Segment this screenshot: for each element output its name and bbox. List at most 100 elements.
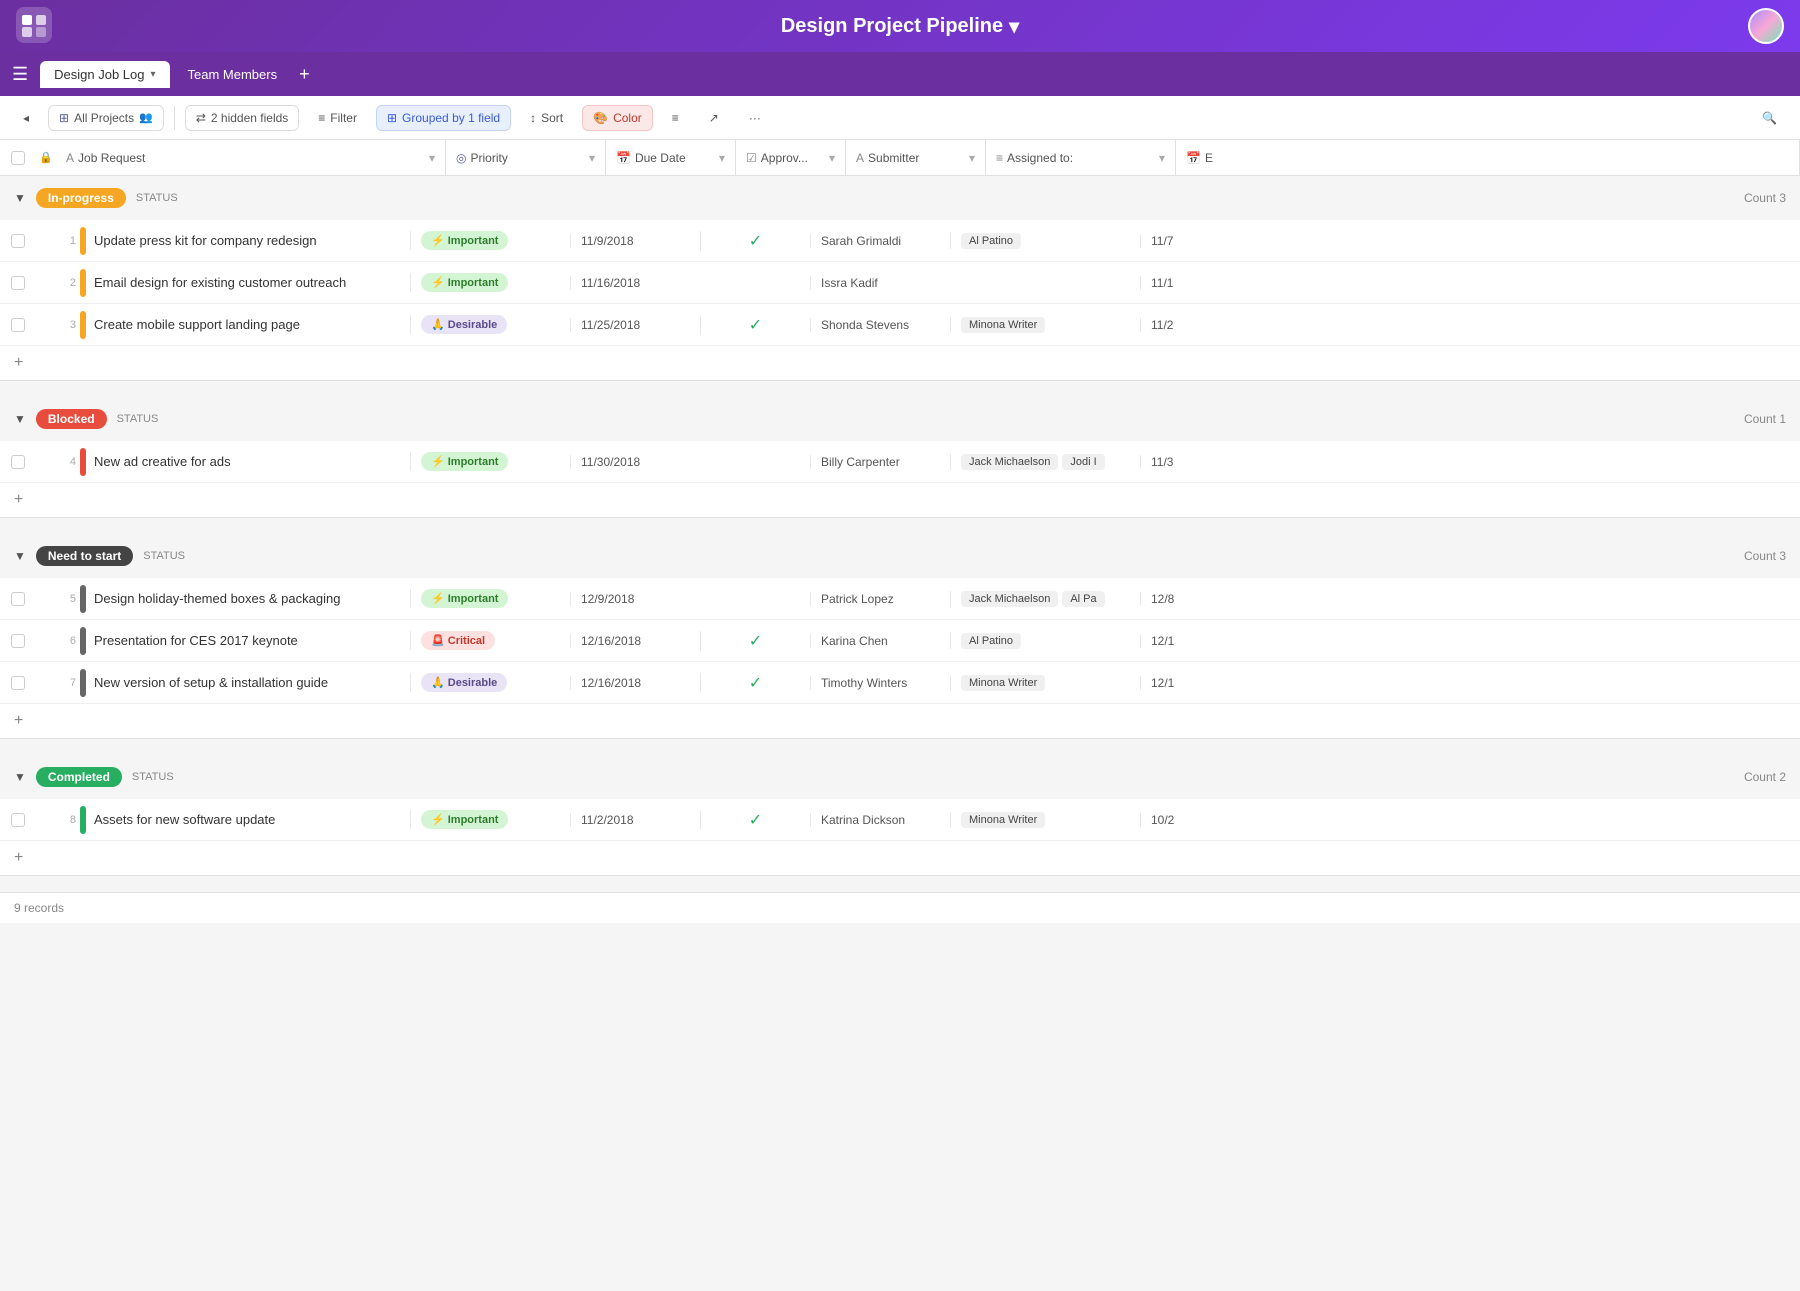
table-row[interactable]: 4 New ad creative for ads ⚡ Important 11… <box>0 441 1800 483</box>
priority-badge: 🚨 Critical <box>421 631 495 650</box>
group-toggle-icon[interactable]: ▼ <box>14 191 26 205</box>
group-count: Count 3 <box>1744 549 1786 563</box>
column-headers: 🔒 A Job Request ▾ ◎ Priority ▾ 📅 Due Dat… <box>0 140 1800 176</box>
group-count: Count 1 <box>1744 412 1786 426</box>
row-priority[interactable]: ⚡ Important <box>410 273 570 292</box>
row-priority[interactable]: ⚡ Important <box>410 589 570 608</box>
share-button[interactable]: ↗ <box>698 105 730 131</box>
row-submitter: Timothy Winters <box>810 676 950 690</box>
group-body-inprogress: 1 Update press kit for company redesign … <box>0 220 1800 381</box>
row-color-bar <box>80 311 86 339</box>
priority-badge: ⚡ Important <box>421 231 508 250</box>
priority-badge: ⚡ Important <box>421 589 508 608</box>
table-row[interactable]: 5 Design holiday-themed boxes & packagin… <box>0 578 1800 620</box>
row-job: Create mobile support landing page <box>94 317 410 332</box>
column-job-request[interactable]: A Job Request ▾ <box>56 140 446 175</box>
column-priority[interactable]: ◎ Priority ▾ <box>446 140 606 175</box>
filter-icon: ≡ <box>318 111 325 125</box>
add-row-button[interactable]: + <box>0 346 1800 380</box>
row-priority[interactable]: ⚡ Important <box>410 810 570 829</box>
row-priority[interactable]: 🚨 Critical <box>410 631 570 650</box>
row-number: 7 <box>56 677 80 689</box>
column-approval[interactable]: ☑ Approv... ▾ <box>736 140 846 175</box>
group-spacer <box>0 381 1800 397</box>
priority-icon: ◎ <box>456 151 466 165</box>
row-extra: 11/7 <box>1140 234 1800 248</box>
tab-team-members[interactable]: Team Members <box>174 61 292 88</box>
color-button[interactable]: 🎨 Color <box>582 105 653 131</box>
all-projects-button[interactable]: ⊞ All Projects 👥 <box>48 105 164 131</box>
row-priority[interactable]: ⚡ Important <box>410 231 570 250</box>
row-priority[interactable]: 🙏 Desirable <box>410 315 570 334</box>
grouped-icon: ⊞ <box>387 111 397 125</box>
group-badge[interactable]: Need to start <box>36 546 133 566</box>
column-due-date[interactable]: 📅 Due Date ▾ <box>606 140 736 175</box>
add-tab-button[interactable]: + <box>299 64 310 85</box>
row-checkbox[interactable] <box>0 813 36 827</box>
sort-button[interactable]: ↕ Sort <box>519 105 574 131</box>
hidden-fields-button[interactable]: ⇄ 2 hidden fields <box>185 105 299 131</box>
more-button[interactable]: ··· <box>738 105 772 131</box>
tab-design-job-log[interactable]: Design Job Log ▾ <box>40 61 169 88</box>
row-checkbox[interactable] <box>0 455 36 469</box>
row-checkbox[interactable] <box>0 634 36 648</box>
grouped-button[interactable]: ⊞ Grouped by 1 field <box>376 105 511 131</box>
table-row[interactable]: 3 Create mobile support landing page 🙏 D… <box>0 304 1800 346</box>
group-toggle-icon[interactable]: ▼ <box>14 412 26 426</box>
collapse-button[interactable]: ◂ <box>12 105 40 131</box>
tab-label: Team Members <box>188 67 278 82</box>
table-row[interactable]: 1 Update press kit for company redesign … <box>0 220 1800 262</box>
row-job: Assets for new software update <box>94 812 410 827</box>
density-icon: ≡ <box>672 111 679 125</box>
filter-button[interactable]: ≡ Filter <box>307 105 368 131</box>
hamburger-menu[interactable]: ☰ <box>12 64 28 85</box>
row-checkbox[interactable] <box>0 276 36 290</box>
group-body-needtostart: 5 Design holiday-themed boxes & packagin… <box>0 578 1800 739</box>
row-color-bar <box>80 806 86 834</box>
row-due-date: 11/2/2018 <box>570 813 700 827</box>
column-assigned[interactable]: ≡ Assigned to: ▾ <box>986 140 1176 175</box>
tab-dropdown-icon: ▾ <box>150 69 155 80</box>
group-toggle-icon[interactable]: ▼ <box>14 549 26 563</box>
row-checkbox[interactable] <box>0 318 36 332</box>
add-row-button[interactable]: + <box>0 704 1800 738</box>
row-approval: ✓ <box>700 673 810 693</box>
extra-icon: 📅 <box>1186 151 1201 165</box>
more-icon: ··· <box>749 111 761 125</box>
row-job: Email design for existing customer outre… <box>94 275 410 290</box>
row-checkbox[interactable] <box>0 676 36 690</box>
assigned-tag: Al Patino <box>961 633 1021 649</box>
row-color-bar <box>80 585 86 613</box>
row-priority[interactable]: 🙏 Desirable <box>410 673 570 692</box>
row-submitter: Shonda Stevens <box>810 318 950 332</box>
group-badge[interactable]: In-progress <box>36 188 126 208</box>
row-job: Presentation for CES 2017 keynote <box>94 633 410 648</box>
row-assigned: Minona Writer <box>950 675 1140 691</box>
avatar[interactable] <box>1748 8 1784 44</box>
priority-badge: 🙏 Desirable <box>421 315 507 334</box>
filter-label: Filter <box>330 111 357 125</box>
column-extra[interactable]: 📅 E <box>1176 140 1800 175</box>
row-color-bar <box>80 627 86 655</box>
group-badge[interactable]: Blocked <box>36 409 107 429</box>
grouped-label: Grouped by 1 field <box>402 111 500 125</box>
table-row[interactable]: 7 New version of setup & installation gu… <box>0 662 1800 704</box>
density-button[interactable]: ≡ <box>661 105 690 131</box>
table-row[interactable]: 6 Presentation for CES 2017 keynote 🚨 Cr… <box>0 620 1800 662</box>
select-all-checkbox[interactable] <box>0 151 36 165</box>
table-row[interactable]: 2 Email design for existing customer out… <box>0 262 1800 304</box>
search-button[interactable]: 🔍 <box>1751 105 1788 131</box>
column-submitter[interactable]: A Submitter ▾ <box>846 140 986 175</box>
approved-check: ✓ <box>749 673 762 693</box>
row-checkbox[interactable] <box>0 234 36 248</box>
assigned-tag: Minona Writer <box>961 317 1045 333</box>
sort-arrow: ▾ <box>829 151 835 165</box>
row-checkbox[interactable] <box>0 592 36 606</box>
add-icon: + <box>14 491 23 509</box>
group-toggle-icon[interactable]: ▼ <box>14 770 26 784</box>
group-badge[interactable]: Completed <box>36 767 122 787</box>
add-row-button[interactable]: + <box>0 841 1800 875</box>
table-row[interactable]: 8 Assets for new software update ⚡ Impor… <box>0 799 1800 841</box>
add-row-button[interactable]: + <box>0 483 1800 517</box>
row-priority[interactable]: ⚡ Important <box>410 452 570 471</box>
